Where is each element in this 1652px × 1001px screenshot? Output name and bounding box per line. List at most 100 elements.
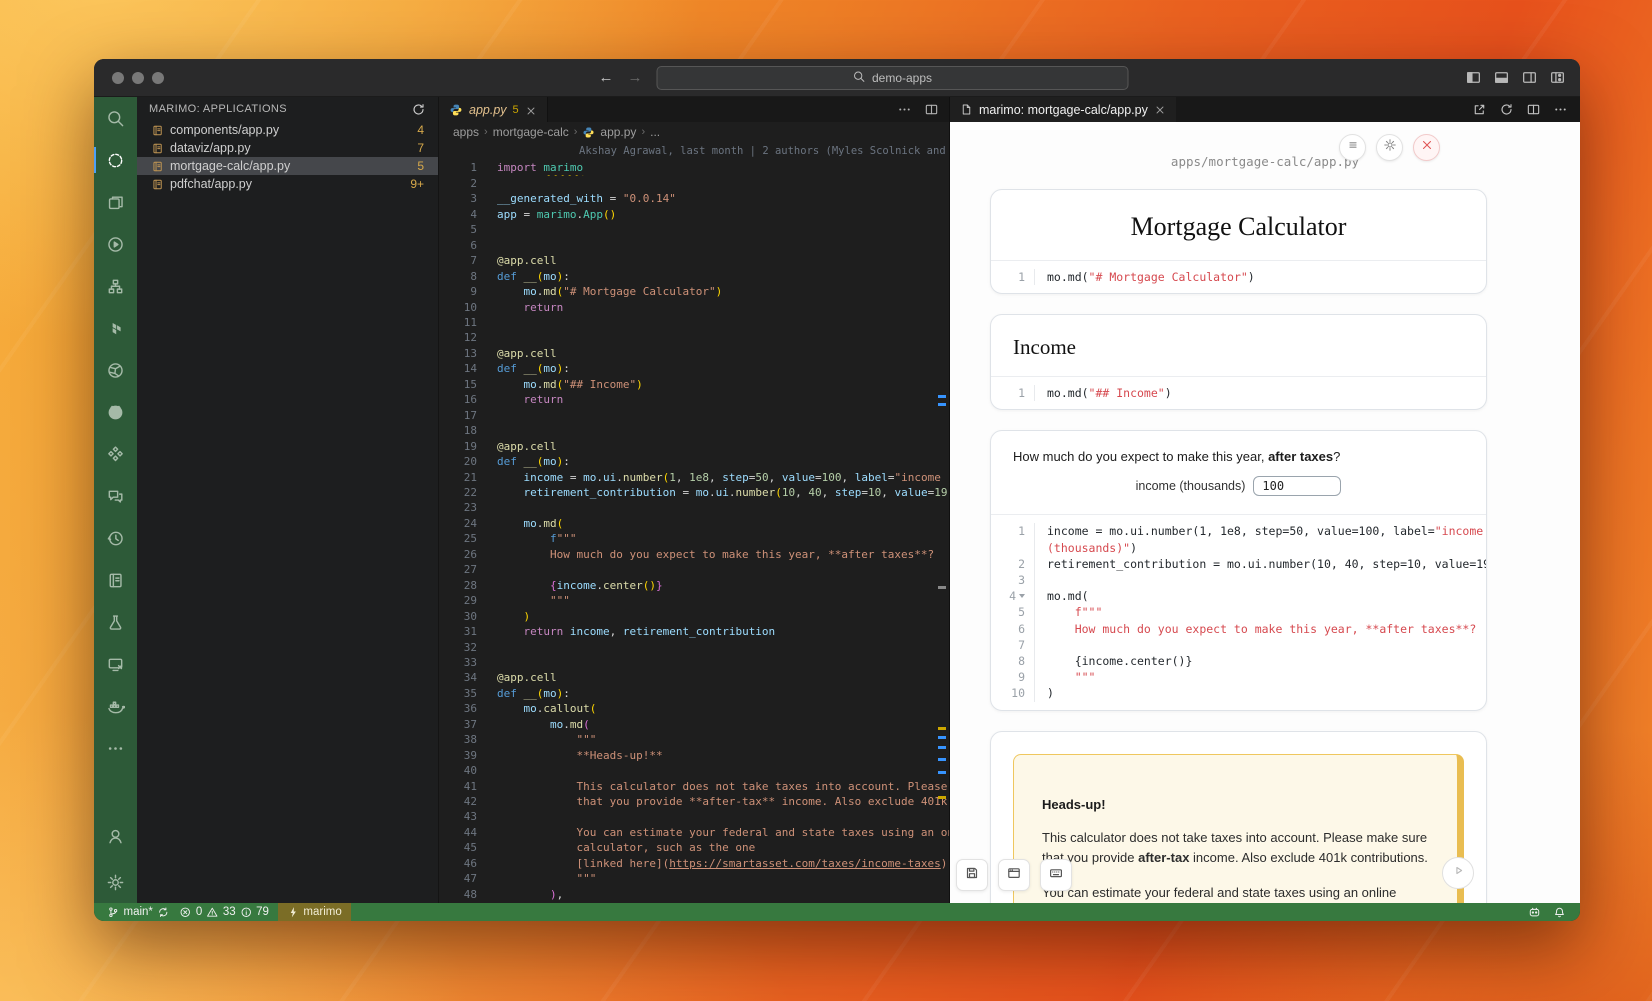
more-actions-icon[interactable] xyxy=(1553,102,1568,117)
activity-account-icon[interactable] xyxy=(94,815,137,861)
activity-history-icon[interactable] xyxy=(94,517,137,559)
bell-icon[interactable] xyxy=(1553,906,1566,919)
activity-beaker-icon[interactable] xyxy=(94,601,137,643)
code-line: 38 """ xyxy=(439,732,949,747)
code-line: 39 **Heads-up!** xyxy=(439,748,949,763)
close-icon[interactable] xyxy=(1154,104,1166,116)
cell-code-line: (thousands)") xyxy=(991,540,1486,556)
income-input[interactable] xyxy=(1253,476,1341,496)
git-branch-item[interactable]: main* xyxy=(102,903,174,921)
code-line: 8def __(mo): xyxy=(439,269,949,284)
breadcrumb-item[interactable]: app.py xyxy=(600,125,636,139)
shutdown-button[interactable] xyxy=(1413,134,1440,161)
code-editor[interactable]: Akshay Agrawal, last month | 2 authors (… xyxy=(439,142,949,903)
code-line: 49 kind="warn", xyxy=(439,902,949,903)
close-window-button[interactable] xyxy=(112,72,124,84)
overview-ruler[interactable] xyxy=(935,142,949,903)
minimize-window-button[interactable] xyxy=(132,72,144,84)
code-line: 16 return xyxy=(439,392,949,407)
vscode-window: ← → demo-apps MARIMO: APPLICATIONS compo… xyxy=(94,59,1580,921)
code-line: 4app = marimo.App() xyxy=(439,207,949,222)
feedback-icon[interactable] xyxy=(1528,906,1541,919)
keyboard-icon xyxy=(1048,865,1064,886)
sidebar-list: components/app.py4dataviz/app.py7mortgag… xyxy=(137,121,438,193)
income-heading: Income xyxy=(991,315,1486,376)
breadcrumb-item[interactable]: apps xyxy=(453,125,479,139)
sidebar-item-pdfchat-app-py[interactable]: pdfchat/app.py9+ xyxy=(137,175,438,193)
chevron-right-icon: › xyxy=(641,126,645,138)
cell-code-line: 5 f""" xyxy=(991,604,1486,620)
warning-callout: Heads-up! This calculator does not take … xyxy=(1013,754,1464,903)
open-in-browser-button[interactable] xyxy=(998,859,1030,891)
activity-marimo-icon[interactable] xyxy=(94,139,137,181)
activity-github-icon[interactable] xyxy=(94,391,137,433)
cell-count-badge: 9+ xyxy=(410,177,424,191)
cell-card-question: How much do you expect to make this year… xyxy=(990,430,1487,710)
refresh-icon[interactable] xyxy=(411,102,426,117)
activity-comments-icon[interactable] xyxy=(94,475,137,517)
toggle-panel-button[interactable] xyxy=(1493,69,1510,86)
breadcrumb-item[interactable]: ... xyxy=(650,125,660,139)
sidebar-item-components-app-py[interactable]: components/app.py4 xyxy=(137,121,438,139)
cell-code[interactable]: 1mo.md("## Income") xyxy=(991,376,1486,409)
sync-icon xyxy=(157,906,170,919)
split-icon[interactable] xyxy=(1526,102,1541,117)
toggle-primary-sidebar-button[interactable] xyxy=(1465,69,1482,86)
zoom-window-button[interactable] xyxy=(152,72,164,84)
save-button[interactable] xyxy=(956,859,988,891)
activity-sphere-icon[interactable] xyxy=(94,349,137,391)
history-forward-button[interactable]: → xyxy=(628,70,643,85)
activity-terraform-icon[interactable] xyxy=(94,307,137,349)
command-center-search[interactable]: demo-apps xyxy=(657,66,1129,90)
tab-app-py[interactable]: app.py 5 xyxy=(439,97,548,122)
code-line: 32 xyxy=(439,640,949,655)
activity-docker-icon[interactable] xyxy=(94,685,137,727)
cell-code-line: 1income = mo.ui.number(1, 1e8, step=50, … xyxy=(991,523,1486,539)
menu-button[interactable] xyxy=(1339,134,1366,161)
code-line: 24 mo.md( xyxy=(439,516,949,531)
shortcuts-button[interactable] xyxy=(1040,859,1072,891)
overview-mark xyxy=(938,586,946,589)
cell-code-line: 7 xyxy=(991,637,1486,653)
overview-mark xyxy=(938,796,946,799)
activity-settings-icon[interactable] xyxy=(94,861,137,903)
file-icon xyxy=(960,103,973,116)
webview-panel: marimo: mortgage-calc/app.py apps/mortga… xyxy=(949,97,1580,903)
activity-org-icon[interactable] xyxy=(94,265,137,307)
sidebar-item-mortgage-calc-app-py[interactable]: mortgage-calc/app.py5 xyxy=(137,157,438,175)
cell-code[interactable]: 1mo.md("# Mortgage Calculator") xyxy=(991,260,1486,293)
activity-remote-icon[interactable] xyxy=(94,643,137,685)
cell-code-line: 4mo.md( xyxy=(991,588,1486,604)
run-app-button[interactable] xyxy=(1442,857,1474,889)
breadcrumb: apps›mortgage-calc›app.py›... xyxy=(439,122,949,142)
open-external-icon[interactable] xyxy=(1472,102,1487,117)
code-line: 34@app.cell xyxy=(439,670,949,685)
sidebar-item-dataviz-app-py[interactable]: dataviz/app.py7 xyxy=(137,139,438,157)
code-line: 3__generated_with = "0.0.14" xyxy=(439,191,949,206)
activity-more-icon[interactable] xyxy=(94,727,137,769)
activity-pages-icon[interactable] xyxy=(94,181,137,223)
reload-icon[interactable] xyxy=(1499,102,1514,117)
fold-chevron-icon[interactable] xyxy=(1019,594,1025,598)
question-text: How much do you expect to make this year… xyxy=(991,431,1486,468)
activity-notebook-icon[interactable] xyxy=(94,559,137,601)
code-line: 31 return income, retirement_contributio… xyxy=(439,624,949,639)
play-icon xyxy=(1451,863,1466,883)
activity-run-circle-icon[interactable] xyxy=(94,223,137,265)
overview-mark xyxy=(938,395,946,398)
more-actions-icon[interactable] xyxy=(897,102,912,117)
code-line: 26 How much do you expect to make this y… xyxy=(439,547,949,562)
cell-code[interactable]: 1income = mo.ui.number(1, 1e8, step=50, … xyxy=(991,514,1486,709)
split-editor-icon[interactable] xyxy=(924,102,939,117)
history-back-button[interactable]: ← xyxy=(599,70,614,85)
customize-layout-button[interactable] xyxy=(1549,69,1566,86)
app-settings-button[interactable] xyxy=(1376,134,1403,161)
breadcrumb-item[interactable]: mortgage-calc xyxy=(493,125,569,139)
tab-marimo-preview[interactable]: marimo: mortgage-calc/app.py xyxy=(950,97,1176,122)
activity-search-icon[interactable] xyxy=(94,97,137,139)
close-icon[interactable] xyxy=(525,104,537,116)
activity-diamonds-icon[interactable] xyxy=(94,433,137,475)
toggle-secondary-sidebar-button[interactable] xyxy=(1521,69,1538,86)
marimo-status-item[interactable]: marimo xyxy=(278,903,351,921)
problems-item[interactable]: 0 33 79 xyxy=(174,903,274,921)
